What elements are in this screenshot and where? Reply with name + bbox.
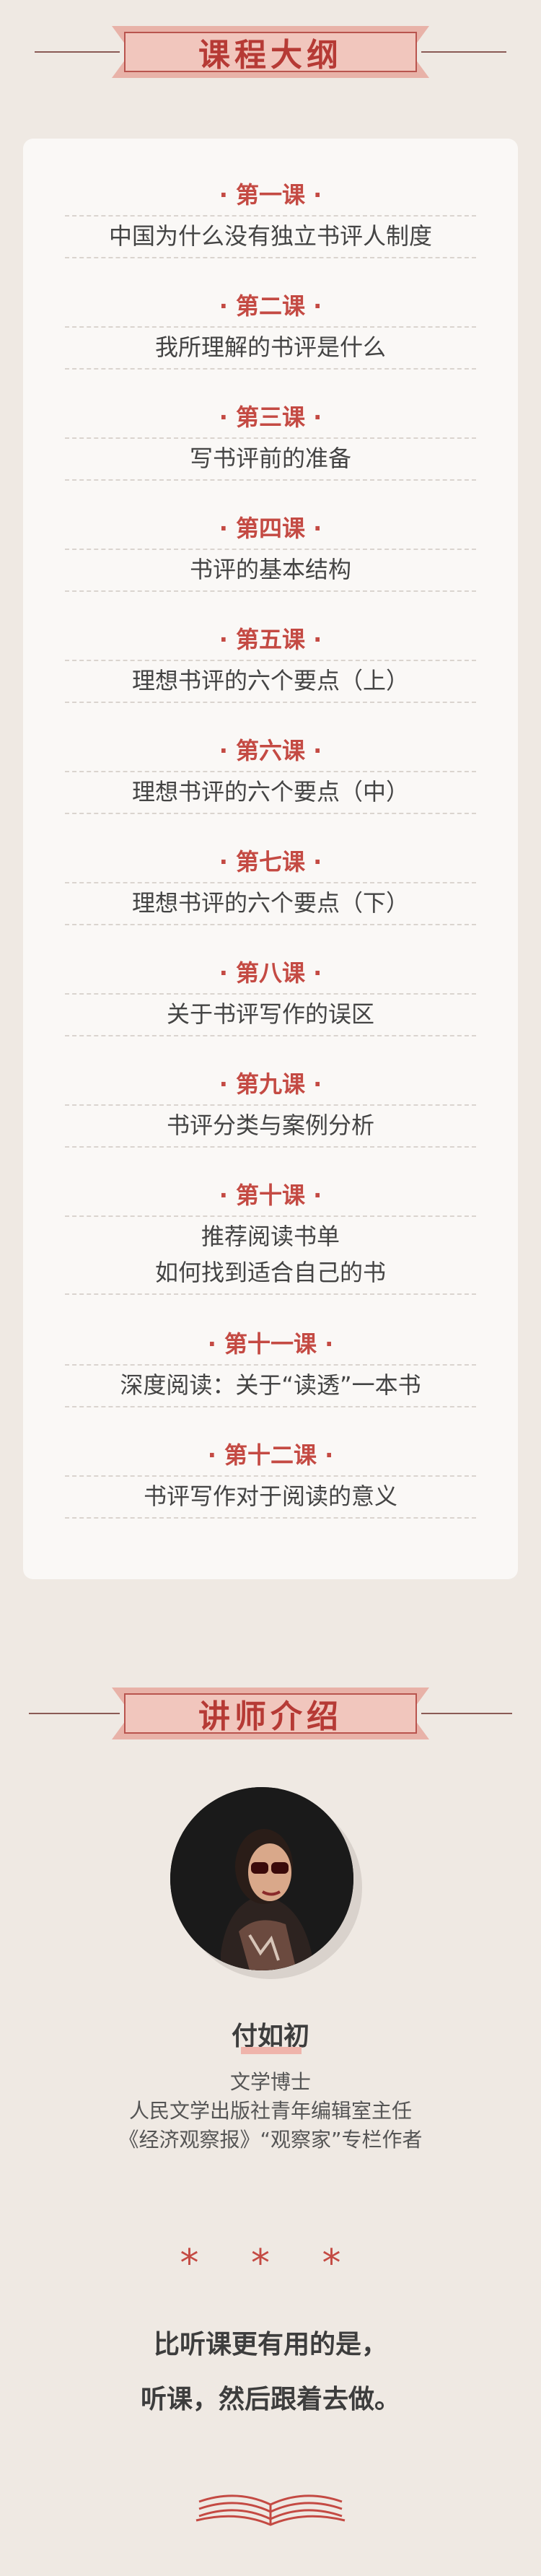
divider — [65, 813, 476, 814]
lesson-item: · 第六课 · 理想书评的六个要点（中） — [23, 735, 518, 814]
lesson-number: · 第四课 · — [219, 515, 322, 542]
banner-line-left — [35, 51, 120, 53]
lesson-title: 如何找到适合自己的书 — [154, 1259, 386, 1286]
lesson-item: · 第十二课 · 书评写作对于阅读的意义 — [23, 1439, 518, 1519]
lesson-number: · 第十一课 · — [207, 1330, 334, 1358]
divider — [65, 368, 476, 370]
divider — [65, 1364, 476, 1366]
divider — [65, 1035, 476, 1036]
lesson-number: · 第十二课 · — [207, 1441, 334, 1469]
divider — [65, 590, 476, 592]
divider — [65, 215, 476, 217]
teacher-banner: 讲师介绍 — [0, 1679, 541, 1748]
open-book-icon — [193, 2480, 348, 2531]
portrait-image — [170, 1787, 353, 1970]
lesson-number: · 第三课 · — [219, 403, 322, 431]
lesson-item: · 第二课 · 我所理解的书评是什么 — [23, 290, 518, 370]
teacher-info-line: 文学博士 — [229, 2070, 311, 2094]
lesson-card: · 第一课 · 中国为什么没有独立书评人制度 · 第二课 · 我所理解的书评是什… — [23, 139, 518, 1579]
divider — [65, 1215, 476, 1217]
decorative-stars: * * * — [180, 2242, 361, 2285]
lesson-number: · 第六课 · — [219, 737, 322, 764]
lesson-title: 理想书评的六个要点（中） — [131, 778, 409, 805]
lesson-item: · 第十课 · 推荐阅读书单 如何找到适合自己的书 — [23, 1179, 518, 1295]
divider — [65, 882, 476, 883]
lesson-title: 中国为什么没有独立书评人制度 — [108, 222, 432, 250]
lesson-title: 书评写作对于阅读的意义 — [143, 1483, 397, 1510]
divider — [65, 660, 476, 661]
lesson-number: · 第十课 · — [219, 1182, 322, 1209]
divider — [65, 326, 476, 328]
banner-line-right — [421, 1713, 512, 1714]
lesson-title: 推荐阅读书单 — [201, 1223, 340, 1250]
divider — [65, 479, 476, 481]
divider — [65, 549, 476, 550]
lesson-title: 理想书评的六个要点（上） — [131, 667, 409, 694]
divider — [65, 702, 476, 703]
slogan-line: 比听课更有用的是， — [153, 2330, 387, 2359]
lesson-item: · 第十一课 · 深度阅读：关于“读透”一本书 — [23, 1328, 518, 1407]
divider — [65, 437, 476, 439]
divider — [65, 1475, 476, 1477]
avatar — [170, 1787, 353, 1970]
divider — [65, 771, 476, 772]
lesson-item: · 第五课 · 理想书评的六个要点（上） — [23, 624, 518, 703]
lesson-item: · 第七课 · 理想书评的六个要点（下） — [23, 846, 518, 925]
divider — [65, 1146, 476, 1148]
teacher-title: 讲师介绍 — [198, 1698, 343, 1735]
teacher-info-line: 《经济观察报》“观察家”专栏作者 — [118, 2128, 423, 2152]
banner-line-right — [421, 51, 506, 53]
divider — [65, 1406, 476, 1407]
name-underline — [241, 2047, 302, 2054]
divider — [65, 1293, 476, 1295]
lesson-title: 书评分类与案例分析 — [166, 1112, 374, 1139]
banner-line-left — [29, 1713, 120, 1714]
lesson-title: 深度阅读：关于“读透”一本书 — [120, 1371, 421, 1399]
divider — [65, 993, 476, 995]
lesson-title: 写书评前的准备 — [189, 445, 351, 472]
divider — [65, 924, 476, 925]
lesson-number: · 第二课 · — [219, 292, 322, 320]
teacher-info-line: 人民文学出版社青年编辑室主任 — [128, 2099, 412, 2123]
lesson-item: · 第八课 · 关于书评写作的误区 — [23, 957, 518, 1036]
lesson-item: · 第四课 · 书评的基本结构 — [23, 512, 518, 592]
lesson-number: · 第七课 · — [219, 848, 322, 876]
divider — [65, 1517, 476, 1519]
slogan-line: 听课，然后跟着去做。 — [140, 2385, 400, 2414]
lesson-number: · 第九课 · — [219, 1070, 322, 1098]
lesson-title: 我所理解的书评是什么 — [154, 333, 386, 361]
lesson-number: · 第一课 · — [219, 181, 322, 209]
lesson-number: · 第八课 · — [219, 959, 322, 987]
lesson-item: · 第一课 · 中国为什么没有独立书评人制度 — [23, 179, 518, 258]
lesson-title: 书评的基本结构 — [189, 556, 351, 583]
lesson-title: 理想书评的六个要点（下） — [131, 889, 409, 917]
lesson-item: · 第九课 · 书评分类与案例分析 — [23, 1068, 518, 1148]
divider — [65, 1104, 476, 1106]
divider — [65, 257, 476, 258]
outline-title: 课程大纲 — [198, 37, 343, 74]
outline-banner: 课程大纲 — [0, 17, 541, 87]
lesson-title: 关于书评写作的误区 — [166, 1000, 374, 1028]
lesson-item: · 第三课 · 写书评前的准备 — [23, 401, 518, 481]
lesson-number: · 第五课 · — [219, 626, 322, 653]
